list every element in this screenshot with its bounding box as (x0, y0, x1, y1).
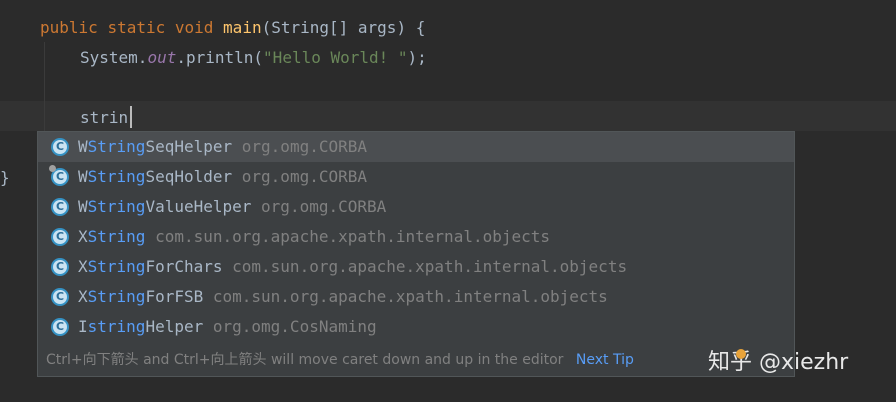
match-highlight: String (87, 227, 146, 246)
class-icon: C (51, 228, 69, 246)
completion-item-package: org.omg.CosNaming (203, 317, 377, 336)
match-highlight: String (87, 197, 146, 216)
completion-item[interactable]: C XString com.sun.org.apache.xpath.intern… (38, 222, 794, 252)
watermark: 知乎 @xiezhr (708, 345, 848, 381)
completion-item-package: com.sun.org.apache.xpath.internal.object… (145, 227, 551, 246)
watermark-user: @xiezhr (759, 350, 849, 375)
match-highlight: string (87, 317, 146, 336)
class-icon-pinned: C (49, 165, 69, 186)
completion-item-label: WStringSeqHelper org.omg.CORBA (78, 137, 367, 156)
keyword-public: public (40, 18, 98, 37)
completion-item-label: WStringValueHelper org.omg.CORBA (78, 197, 387, 216)
completion-item-package: com.sun.org.apache.xpath.internal.object… (222, 257, 628, 276)
match-highlight: String (87, 287, 146, 306)
completion-item-label: XStringForChars com.sun.org.apache.xpath… (78, 257, 628, 276)
completion-item-package: org.omg.CORBA (232, 137, 367, 156)
completion-item[interactable]: C XStringForFSB com.sun.org.apache.xpath.… (38, 282, 794, 312)
code-line-closing-brace[interactable]: } (0, 163, 10, 193)
completion-popup[interactable]: C WStringSeqHelper org.omg.CORBA C WStringS… (37, 131, 795, 377)
completion-item[interactable]: C WStringValueHelper org.omg.CORBA (38, 192, 794, 222)
completion-item[interactable]: C WStringSeqHelper org.omg.CORBA (38, 132, 794, 162)
keyword-void: void (174, 18, 214, 37)
completion-item-label: XStringForFSB com.sun.org.apache.xpath.i… (78, 287, 608, 306)
hint-text: Ctrl+向下箭头 and Ctrl+向上箭头 will move caret … (46, 352, 564, 368)
string-literal: "Hello World! " (263, 48, 408, 67)
out-field: out (147, 48, 177, 67)
completion-item[interactable]: C XStringForChars com.sun.org.apache.xpat… (38, 252, 794, 282)
completion-item[interactable]: C WStringSeqHolder org.omg.CORBA (38, 162, 794, 192)
next-tip-link[interactable]: Next Tip (576, 352, 634, 368)
completion-item-label: WStringSeqHolder org.omg.CORBA (78, 167, 367, 186)
code-line-typing[interactable]: strin (80, 103, 128, 133)
text-caret (130, 106, 132, 128)
watermark-dot-icon (736, 349, 746, 359)
keyword-static: static (107, 18, 166, 37)
pin-icon (49, 165, 56, 172)
class-icon: C (51, 198, 69, 216)
match-highlight: String (87, 257, 146, 276)
completion-item-label: IstringHelper org.omg.CosNaming (78, 317, 377, 336)
completion-hint: Ctrl+向下箭头 and Ctrl+向上箭头 will move caret … (46, 348, 634, 372)
closing-brace: } (0, 168, 10, 187)
class-icon: C (51, 138, 69, 156)
completion-item-label: XString com.sun.org.apache.xpath.interna… (78, 227, 551, 246)
code-line-main-signature[interactable]: public static void main(String[] args) { (40, 13, 425, 43)
class-icon: C (51, 288, 69, 306)
completion-item[interactable]: C IstringHelper org.omg.CosNaming (38, 312, 794, 342)
match-highlight: String (87, 137, 146, 156)
class-icon: C (51, 258, 69, 276)
method-params: (String[] args) { (261, 18, 426, 37)
match-highlight: String (87, 167, 146, 186)
println-call: .println( (176, 48, 264, 67)
completion-item-package: org.omg.CORBA (232, 167, 367, 186)
call-suffix: ); (407, 48, 427, 67)
class-icon: C (51, 318, 69, 336)
system-class: System. (80, 48, 148, 67)
indent-guide (44, 42, 45, 132)
method-name: main (223, 18, 262, 37)
completion-item-package: org.omg.CORBA (251, 197, 387, 216)
typed-text: strin (80, 108, 129, 127)
code-line-println[interactable]: System.out.println("Hello World! "); (80, 43, 427, 73)
current-line-highlight (0, 101, 896, 131)
completion-item-package: com.sun.org.apache.xpath.internal.object… (203, 287, 608, 306)
